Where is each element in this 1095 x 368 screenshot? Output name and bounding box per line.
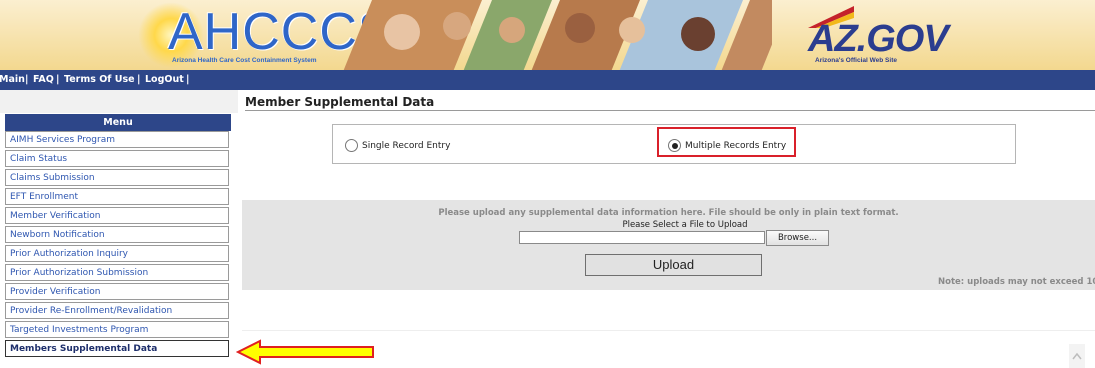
- menu-item-prior-auth-submission[interactable]: Prior Authorization Submission: [5, 264, 229, 281]
- bottom-divider: [242, 330, 1095, 331]
- nav-separator: |: [56, 74, 60, 85]
- file-path-input[interactable]: [519, 231, 765, 244]
- page-title: Member Supplemental Data: [245, 95, 435, 109]
- select-file-label: Please Select a File to Upload: [622, 220, 748, 230]
- menu-item-claim-status[interactable]: Claim Status: [5, 150, 229, 167]
- menu-item-members-supplemental-data[interactable]: Members Supplemental Data: [5, 340, 229, 357]
- upload-button[interactable]: Upload: [585, 254, 762, 276]
- nav-separator: |: [137, 74, 141, 85]
- chevron-up-icon[interactable]: [1072, 352, 1082, 360]
- nav-link-terms[interactable]: Terms Of Use: [64, 74, 135, 85]
- upload-instructions: Please upload any supplemental data info…: [438, 208, 899, 218]
- single-record-label[interactable]: Single Record Entry: [362, 141, 450, 151]
- nav-link-main[interactable]: Main: [0, 74, 25, 85]
- site-banner: AHCCCS Arizona Health Care Cost Containm…: [0, 0, 1095, 70]
- azgov-logo-subtitle: Arizona's Official Web Site: [815, 57, 897, 64]
- azgov-logo[interactable]: AZ.GOV: [808, 19, 949, 59]
- title-divider: [245, 110, 1095, 111]
- menu-item-claims-submission[interactable]: Claims Submission: [5, 169, 229, 186]
- top-nav-bar: Main | FAQ | Terms Of Use | LogOut |: [0, 70, 1095, 90]
- nav-link-logout[interactable]: LogOut: [145, 74, 184, 85]
- sidebar-top-spacer: [0, 90, 238, 113]
- upload-size-note: Note: uploads may not exceed 10MB: [938, 277, 1095, 287]
- nav-link-faq[interactable]: FAQ: [33, 74, 54, 85]
- browse-button[interactable]: Browse...: [766, 230, 829, 246]
- menu-header: Menu: [5, 114, 231, 131]
- menu-item-newborn-notification[interactable]: Newborn Notification: [5, 226, 229, 243]
- menu-item-eft-enrollment[interactable]: EFT Enrollment: [5, 188, 229, 205]
- left-arrow-icon: [236, 339, 374, 365]
- ahcccs-logo-subtitle: Arizona Health Care Cost Containment Sys…: [172, 57, 317, 64]
- menu-item-prior-auth-inquiry[interactable]: Prior Authorization Inquiry: [5, 245, 229, 262]
- selection-highlight-box: [657, 127, 796, 157]
- nav-separator: |: [186, 74, 190, 85]
- menu-item-provider-verification[interactable]: Provider Verification: [5, 283, 229, 300]
- banner-photos: [343, 0, 772, 70]
- menu-item-targeted-investments[interactable]: Targeted Investments Program: [5, 321, 229, 338]
- menu-item-provider-reenrollment[interactable]: Provider Re-Enrollment/Revalidation: [5, 302, 229, 319]
- nav-separator: |: [25, 74, 29, 85]
- single-record-radio[interactable]: [345, 139, 358, 152]
- menu-item-aimh-services[interactable]: AIMH Services Program: [5, 131, 229, 148]
